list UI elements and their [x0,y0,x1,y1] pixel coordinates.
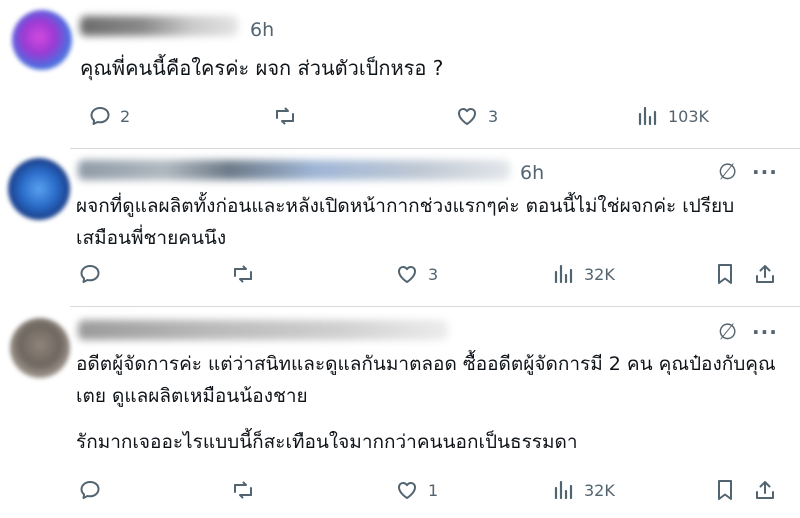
share-icon [756,481,774,499]
repost-button[interactable] [230,478,256,502]
reply-icon [90,107,110,125]
reply-text-paragraph: รักมากเจออะไรแบบนี้ก็สะเทือนใจมากกว่าคนน… [76,431,578,453]
reply-text-line: เสมือนพี่ชายคนนึง [76,227,227,249]
reply-text-line: ผจกที่ดูแลผลิตทั้งก่อนและหลังเปิดหน้ากาก… [76,195,735,217]
like-count: 1 [428,480,439,500]
share-button[interactable] [754,478,776,502]
views-button[interactable]: 32K [552,262,615,286]
author-name-redacted[interactable] [80,16,238,36]
like-button[interactable]: 3 [454,104,498,128]
grok-icon[interactable]: ∅ [718,320,737,345]
views-button[interactable]: 32K [552,478,615,502]
like-button[interactable]: 1 [394,478,438,502]
share-icon [756,265,774,283]
heart-icon [398,482,416,499]
divider [70,148,800,149]
reply-button[interactable] [78,478,102,502]
views-button[interactable]: 103K [636,104,709,128]
views-icon [638,106,657,126]
repost-icon [234,481,252,499]
like-button[interactable]: 3 [394,262,438,286]
heart-icon [458,108,476,125]
repost-button[interactable] [230,262,256,286]
author-name-redacted[interactable] [78,160,510,180]
reply-icon [80,265,100,283]
like-count: 3 [488,106,499,126]
post-time[interactable]: 6h [520,162,544,184]
more-icon[interactable]: ··· [752,320,778,344]
bookmark-button[interactable] [714,478,736,502]
divider [70,306,800,307]
repost-button[interactable] [272,104,298,128]
reply-text-line: อดีตผู้จัดการค่ะ แต่ว่าสนิทและดูแลกันมาต… [76,353,776,375]
bookmark-icon [718,264,732,284]
reply-count: 2 [120,106,131,126]
grok-icon[interactable]: ∅ [718,160,737,185]
reply-text-line: เตย ดูแลผลิตเหมือนน้องชาย [76,385,308,407]
views-icon [554,480,573,500]
avatar[interactable] [8,158,70,220]
reply-button[interactable] [78,262,102,286]
reply-text: ผจกที่ดูแลผลิตทั้งก่อนและหลังเปิดหน้ากาก… [76,190,734,254]
views-count: 32K [584,480,615,500]
reply-icon [80,481,100,499]
post-time[interactable]: 6h [250,19,274,41]
reply-text: คุณพี่คนนี้คือใครค่ะ ผจก ส่วนตัวเป็กหรอ … [80,56,444,80]
avatar[interactable] [12,10,72,70]
reply-button[interactable]: 2 [88,104,130,128]
author-name-redacted[interactable] [78,320,448,340]
reply-text: อดีตผู้จัดการค่ะ แต่ว่าสนิทและดูแลกันมาต… [76,348,776,412]
like-count: 3 [428,264,439,284]
heart-icon [398,266,416,283]
views-count: 32K [584,264,615,284]
repost-icon [234,265,252,283]
avatar[interactable] [10,318,70,378]
share-button[interactable] [754,262,776,286]
more-icon[interactable]: ··· [752,160,778,184]
repost-icon [276,107,294,125]
bookmark-icon [718,480,732,500]
bookmark-button[interactable] [714,262,736,286]
views-count: 103K [668,106,710,126]
views-icon [554,264,573,284]
